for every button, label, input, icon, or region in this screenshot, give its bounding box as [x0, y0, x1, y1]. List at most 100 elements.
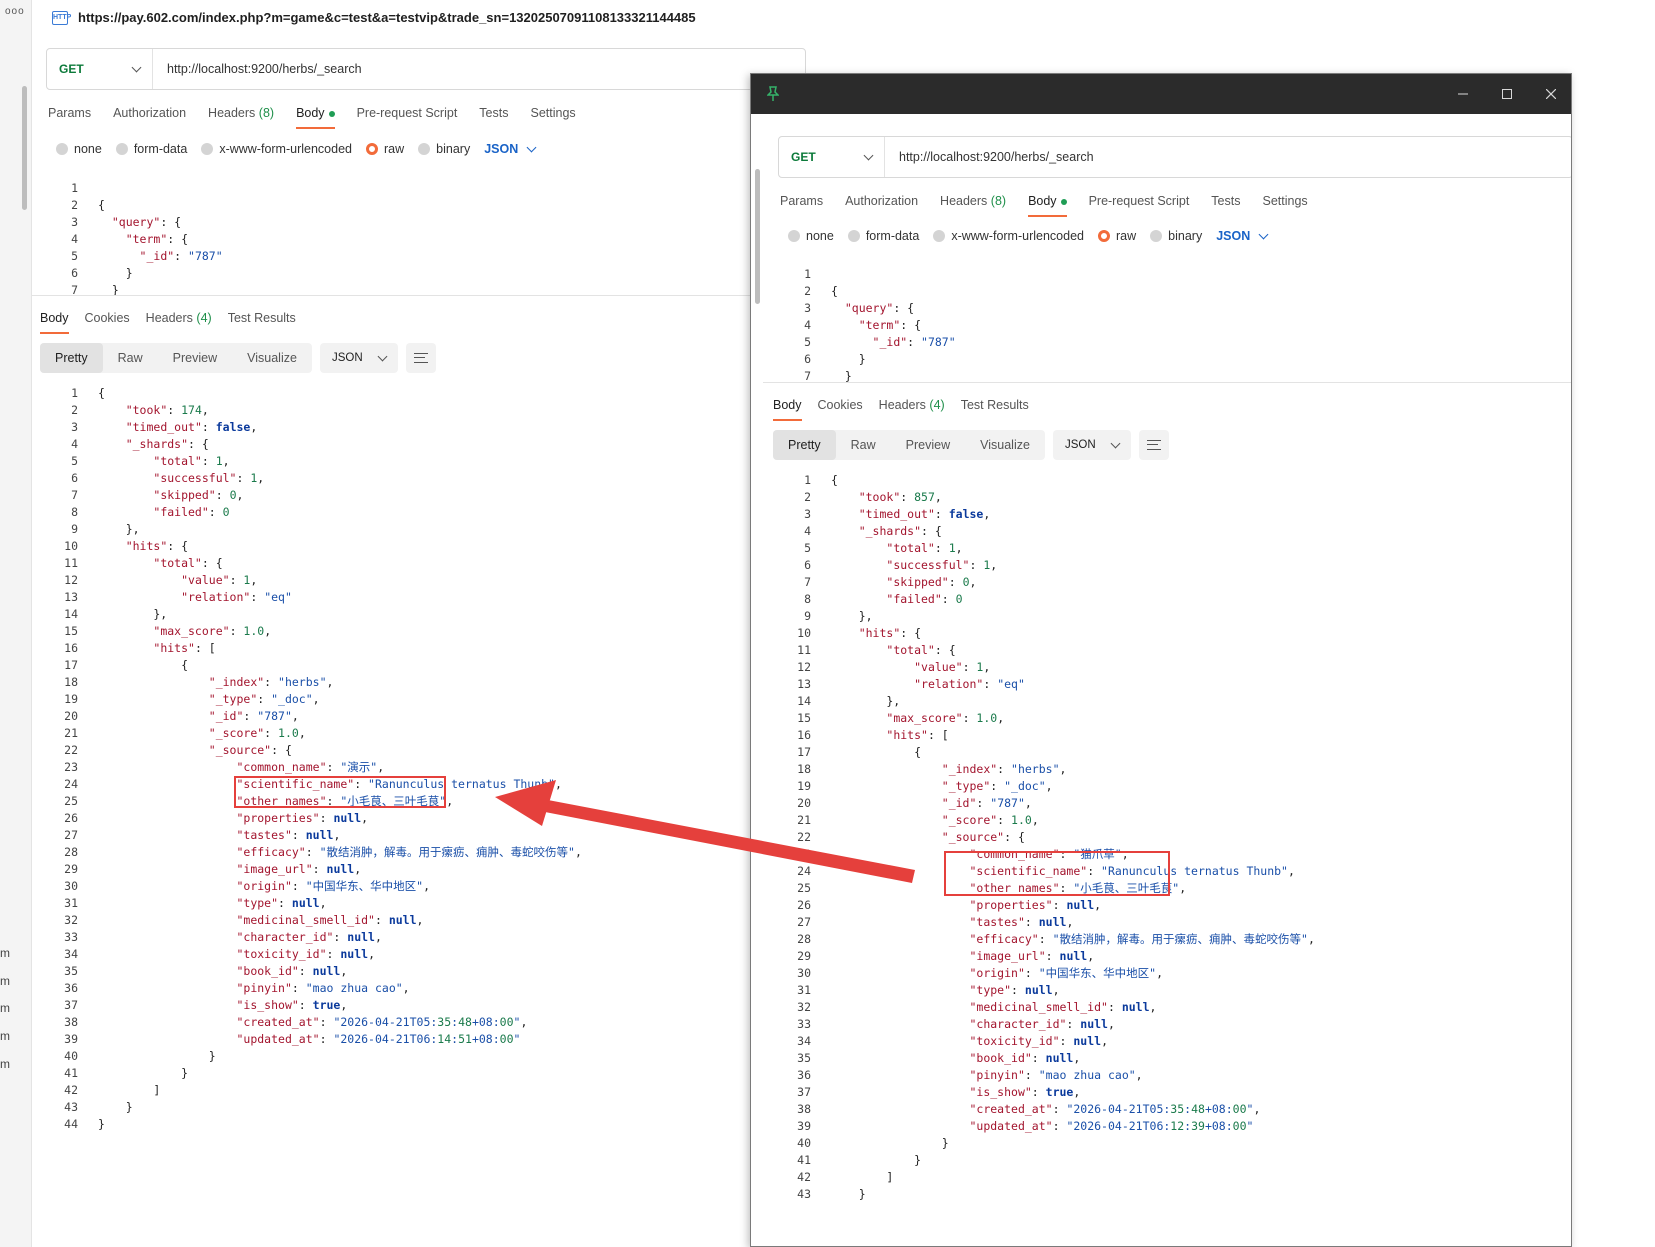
code-line: 6 } [38, 265, 223, 282]
body-format-select[interactable]: JSON [484, 142, 537, 156]
wrap-lines-button[interactable] [405, 343, 436, 373]
request-title[interactable]: HTTP https://pay.602.com/index.php?m=gam… [52, 10, 696, 25]
more-options-icon[interactable]: ooo [5, 6, 25, 17]
view-visualize[interactable]: Visualize [232, 343, 312, 373]
view-pretty[interactable]: Pretty [773, 430, 836, 460]
code-line: 34 "toxicity_id": null, [38, 946, 582, 963]
tab-pre-request-script[interactable]: Pre-request Script [1089, 194, 1190, 208]
minimize-icon[interactable] [1441, 74, 1485, 114]
view-raw[interactable]: Raw [103, 343, 158, 373]
view-raw[interactable]: Raw [836, 430, 891, 460]
code-text: "_score": 1.0, [941, 813, 1039, 827]
code-line: 8 "failed": 0 [771, 591, 1315, 608]
tab-settings[interactable]: Settings [530, 106, 575, 120]
tab-body[interactable]: Body [296, 106, 335, 129]
tab-headers[interactable]: Headers (8) [940, 194, 1006, 208]
radio-raw[interactable]: raw [366, 142, 404, 156]
tab-pre-request-script[interactable]: Pre-request Script [357, 106, 458, 120]
code-line: 22 "_source": { [771, 829, 1315, 846]
request-body-editor[interactable]: 1 2{3 "query": {4 "term": {5 "_id": "787"… [38, 180, 223, 299]
wrap-lines-button[interactable] [1138, 430, 1169, 460]
close-icon[interactable] [1529, 74, 1571, 114]
tab-body[interactable]: Body [1028, 194, 1067, 217]
radio-none[interactable]: none [56, 142, 102, 156]
line-number: 6 [71, 266, 78, 280]
pane-divider[interactable] [763, 382, 1571, 383]
line-number: 43 [64, 1100, 78, 1114]
code-line: 15 "max_score": 1.0, [771, 710, 1315, 727]
code-text: "skipped": 0, [886, 575, 977, 589]
view-preview[interactable]: Preview [158, 343, 232, 373]
tab-headers[interactable]: Headers (8) [208, 106, 274, 120]
line-number: 18 [797, 762, 811, 776]
response-format-select[interactable]: JSON [319, 343, 398, 373]
response-body-viewer[interactable]: 1{2 "took": 857, 3 "timed_out": false, 4 "… [771, 472, 1315, 1203]
tab-params[interactable]: Params [48, 106, 91, 120]
line-number: 3 [71, 215, 78, 229]
tab-response-body[interactable]: Body [40, 311, 69, 334]
tab-response-headers[interactable]: Headers (4) [146, 311, 212, 325]
method-select[interactable]: GET [47, 49, 153, 89]
code-text: "pinyin": "mao zhua cao", [969, 1068, 1143, 1082]
tab-test-results[interactable]: Test Results [961, 398, 1029, 412]
response-view-bar: Pretty Raw Preview Visualize JSON [773, 430, 1169, 460]
radio-binary[interactable]: binary [418, 142, 470, 156]
body-format-select[interactable]: JSON [1216, 229, 1269, 243]
format-label: JSON [484, 142, 519, 156]
tab-authorization[interactable]: Authorization [113, 106, 186, 120]
code-text: }, [831, 609, 873, 623]
tab-cookies[interactable]: Cookies [818, 398, 863, 412]
tab-tests[interactable]: Tests [1211, 194, 1240, 208]
radio-raw[interactable]: raw [1098, 229, 1136, 243]
view-pretty[interactable]: Pretty [40, 343, 103, 373]
radio-form-data[interactable]: form-data [115, 142, 187, 156]
response-body-viewer[interactable]: 1{2 "took": 174, 3 "timed_out": false, 4 "… [38, 385, 582, 1133]
radio-x-www-form-urlencoded[interactable]: x-www-form-urlencoded [933, 229, 1084, 243]
tab-test-results[interactable]: Test Results [228, 311, 296, 325]
method-select[interactable]: GET [779, 137, 885, 177]
radio-x-www-form-urlencoded[interactable]: x-www-form-urlencoded [201, 142, 352, 156]
tab-cookies[interactable]: Cookies [85, 311, 130, 325]
code-line: 41 } [38, 1065, 582, 1082]
line-number: 25 [797, 881, 811, 895]
request-body-editor[interactable]: 1 2{3 "query": {4 "term": {5 "_id": "787"… [771, 266, 956, 385]
tab-authorization[interactable]: Authorization [845, 194, 918, 208]
window-scrollbar[interactable] [755, 169, 760, 304]
radio-none[interactable]: none [788, 229, 834, 243]
code-text: } [831, 1136, 949, 1150]
maximize-icon[interactable] [1485, 74, 1529, 114]
code-line: 9 }, [38, 521, 582, 538]
radio-binary[interactable]: binary [1150, 229, 1202, 243]
url-input[interactable]: http://localhost:9200/herbs/_search [885, 150, 1094, 164]
line-number: 4 [71, 437, 78, 451]
url-input[interactable]: http://localhost:9200/herbs/_search [153, 62, 362, 76]
sidebar-scrollbar[interactable] [22, 86, 27, 210]
line-number: 33 [797, 1017, 811, 1031]
line-number: 4 [71, 232, 78, 246]
pane-divider[interactable] [32, 295, 752, 296]
line-number: 19 [797, 779, 811, 793]
line-number: 25 [64, 794, 78, 808]
window-titlebar[interactable] [751, 74, 1571, 114]
tab-settings[interactable]: Settings [1262, 194, 1307, 208]
radio-form-data[interactable]: form-data [847, 229, 919, 243]
radio-label: none [806, 229, 834, 243]
view-preview[interactable]: Preview [891, 430, 965, 460]
tab-params[interactable]: Params [780, 194, 823, 208]
code-line: 26 "properties": null, [771, 897, 1315, 914]
tab-response-headers[interactable]: Headers (4) [879, 398, 945, 412]
pin-icon[interactable] [766, 86, 780, 102]
code-text: } [831, 352, 866, 366]
radio-selected-icon [1098, 230, 1110, 242]
code-text: { [98, 386, 105, 400]
code-line: 27 "tastes": null, [38, 827, 582, 844]
code-text: "_type": "_doc", [208, 692, 320, 706]
response-format-select[interactable]: JSON [1052, 430, 1131, 460]
code-text: } [98, 1049, 216, 1063]
tab-response-body[interactable]: Body [773, 398, 802, 421]
code-line: 37 "is_show": true, [38, 997, 582, 1014]
tab-tests[interactable]: Tests [479, 106, 508, 120]
code-text: "properties": null, [969, 898, 1102, 912]
view-visualize[interactable]: Visualize [965, 430, 1045, 460]
line-number: 36 [797, 1068, 811, 1082]
